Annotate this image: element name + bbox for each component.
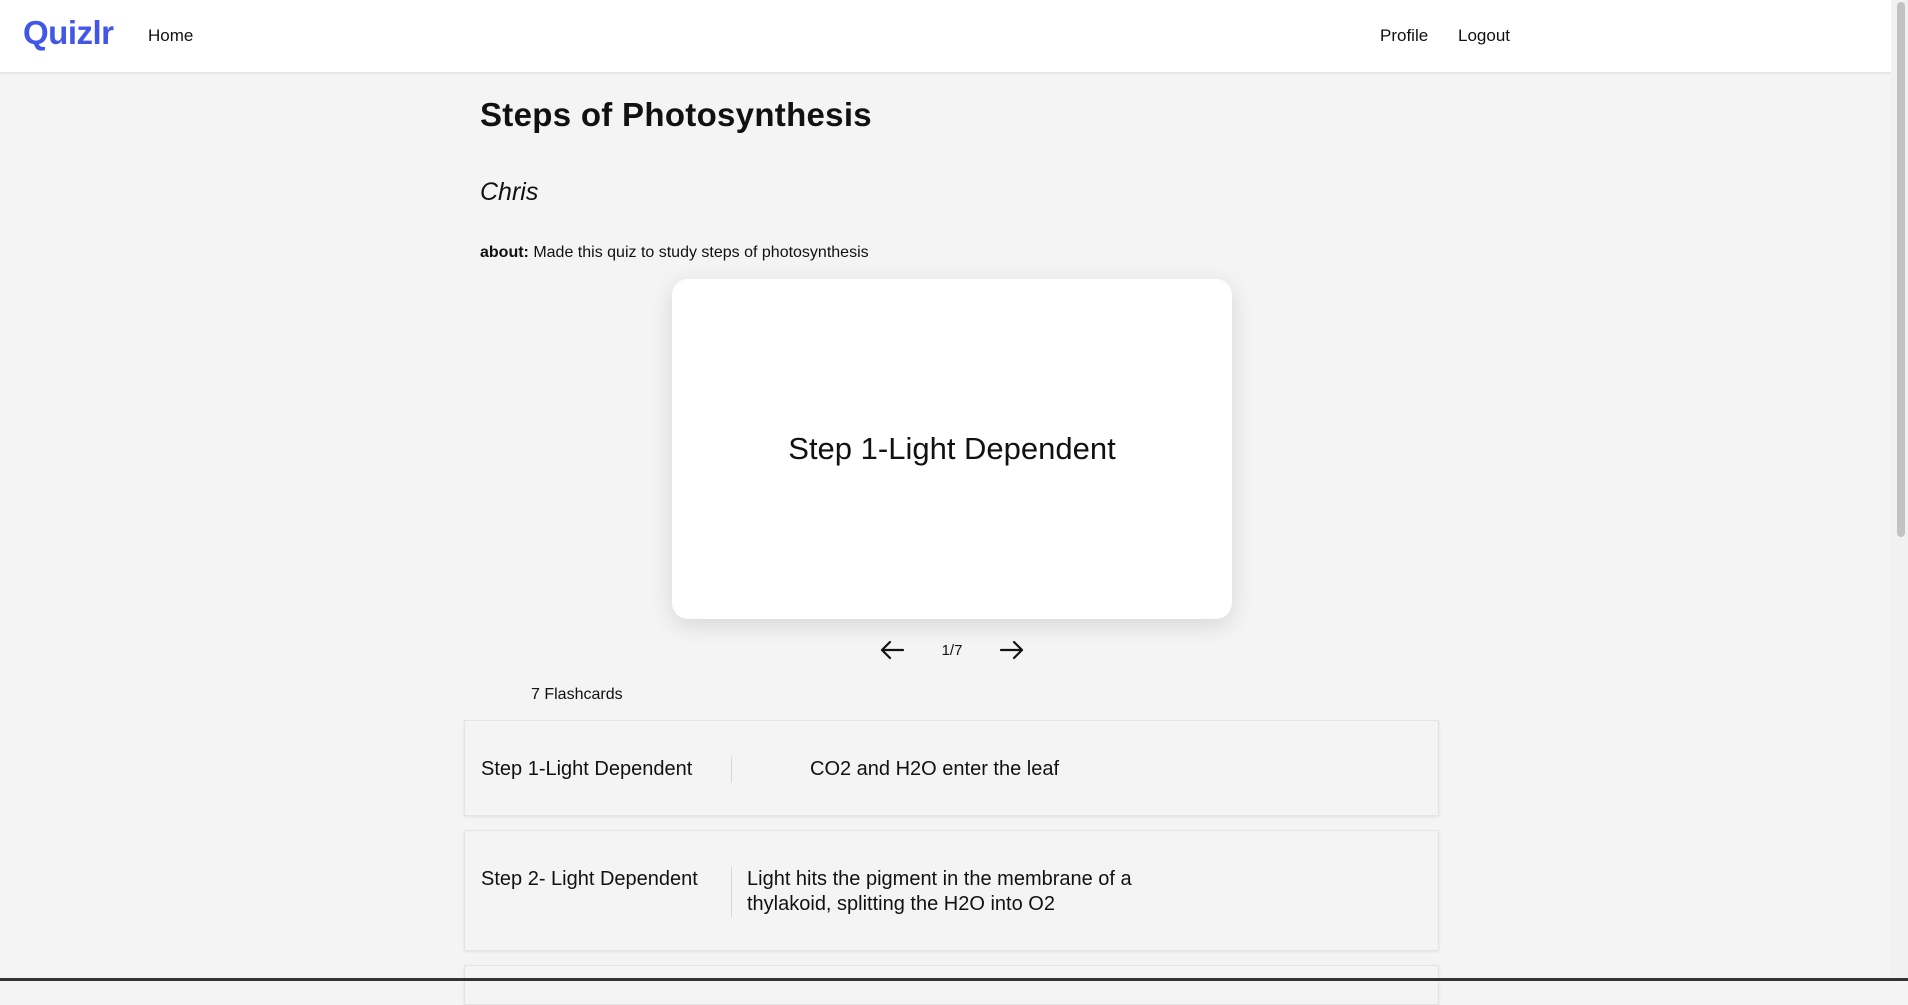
flashcard-definition: CO2 and H2O enter the leaf [810, 757, 1210, 782]
arrow-right-icon [999, 640, 1025, 660]
quiz-title: Steps of Photosynthesis [480, 96, 872, 134]
flashcard-term: Step 1-Light Dependent [481, 757, 692, 782]
flashcard-row: Step 1-Light Dependent CO2 and H2O enter… [464, 720, 1439, 816]
next-card-button[interactable] [992, 633, 1032, 667]
flashcard-count: 7 Flashcards [531, 686, 623, 704]
row-divider [731, 757, 732, 783]
nav-logout-link[interactable]: Logout [1458, 26, 1510, 46]
nav-home-link[interactable]: Home [148, 26, 193, 46]
top-navbar: Quizlr Home Profile Logout [0, 0, 1908, 73]
flashcard-term: Step 2- Light Dependent [481, 867, 698, 892]
flashcard-row: Step 2- Light Dependent Light hits the p… [464, 830, 1439, 951]
flashcard-text: Step 1-Light Dependent [788, 431, 1115, 467]
quiz-about: about: Made this quiz to study steps of … [480, 244, 869, 262]
card-counter: 1/7 [942, 642, 963, 659]
about-text: Made this quiz to study steps of photosy… [533, 244, 868, 261]
scrollbar-thumb[interactable] [1897, 2, 1905, 537]
quiz-author: Chris [480, 178, 538, 207]
nav-profile-link[interactable]: Profile [1380, 26, 1428, 46]
arrow-left-icon [879, 640, 905, 660]
brand-logo[interactable]: Quizlr [23, 14, 114, 52]
flashcard[interactable]: Step 1-Light Dependent [672, 279, 1232, 619]
row-divider [731, 867, 732, 917]
flashcard-definition: Light hits the pigment in the membrane o… [747, 867, 1147, 917]
card-pager: 1/7 [872, 632, 1032, 668]
about-label: about: [480, 244, 529, 261]
vertical-scrollbar[interactable] [1891, 0, 1908, 981]
previous-card-button[interactable] [872, 633, 912, 667]
flashcard-row [464, 965, 1439, 1005]
